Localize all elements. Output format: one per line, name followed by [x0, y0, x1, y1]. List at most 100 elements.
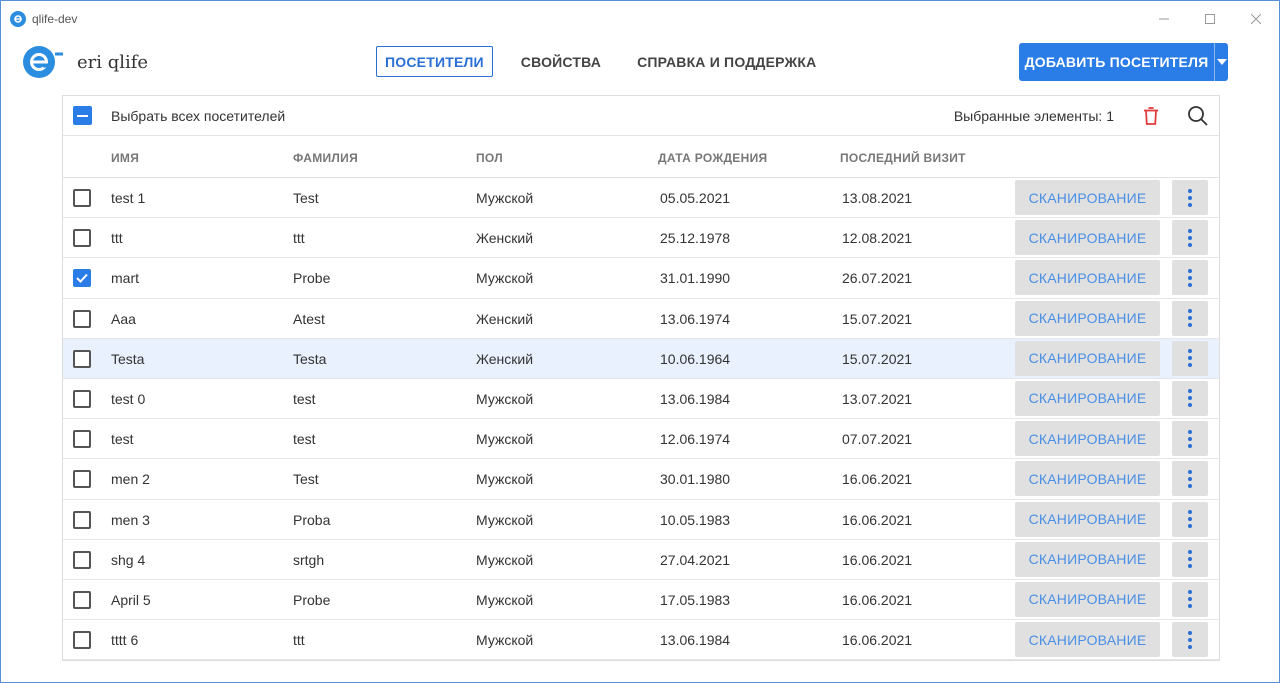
more-vertical-icon[interactable]: [1172, 581, 1208, 617]
tab-help-support[interactable]: СПРАВКА И ПОДДЕРЖКА: [629, 46, 824, 77]
visitors-panel: Выбрать всех посетителей Выбранные элеме…: [62, 95, 1220, 661]
window-title: qlife-dev: [32, 12, 78, 26]
cell-last-name: test: [293, 390, 316, 407]
cell-first-name: men 2: [111, 471, 150, 488]
trash-icon[interactable]: [1141, 106, 1161, 126]
table-row[interactable]: mart Probe Мужской 31.01.1990 26.07.2021 СКАН…: [63, 258, 1219, 299]
cell-last-name: ttt: [293, 230, 305, 247]
more-vertical-icon[interactable]: [1172, 421, 1208, 457]
add-visitor-dropdown[interactable]: [1215, 43, 1228, 81]
table-row[interactable]: test 1 Test Мужской 05.05.2021 13.08.2021 СКА…: [63, 178, 1219, 219]
column-header-last-visit[interactable]: ПОСЛЕДНИЙ ВИЗИТ: [840, 151, 966, 165]
cell-last-name: Probe: [293, 270, 331, 287]
window-controls: [1141, 1, 1279, 37]
cell-last-name: Test: [293, 471, 319, 488]
table-row[interactable]: men 3 Proba Мужской 10.05.1983 16.06.2021 СКА…: [63, 500, 1219, 540]
table-row[interactable]: April 5 Probe Мужской 17.05.1983 16.06.2021 С…: [63, 580, 1219, 621]
select-all-checkbox[interactable]: [73, 106, 92, 125]
cell-last-name: ttt: [293, 632, 305, 649]
cell-first-name: Aaa: [111, 310, 136, 327]
row-checkbox[interactable]: [73, 510, 91, 529]
cell-first-name: April 5: [111, 591, 151, 608]
cell-last-visit: 13.08.2021: [842, 190, 913, 206]
selected-count: Выбранные элементы: 1: [953, 108, 1114, 124]
cell-birth-date: 10.05.1983: [660, 511, 731, 528]
column-header-birth-date[interactable]: ДАТА РОЖДЕНИЯ: [658, 151, 767, 165]
more-vertical-icon[interactable]: [1172, 461, 1208, 497]
column-header-gender[interactable]: ПОЛ: [476, 151, 503, 165]
table-row[interactable]: tttt 6 ttt Мужской 13.06.1984 16.06.2021 СКАН…: [63, 620, 1219, 661]
row-checkbox[interactable]: [73, 309, 91, 328]
more-vertical-icon[interactable]: [1172, 180, 1208, 215]
cell-birth-date: 25.12.1978: [660, 230, 731, 247]
row-checkbox[interactable]: [73, 389, 91, 408]
cell-gender: Мужской: [476, 591, 534, 608]
scan-button[interactable]: СКАНИРОВАНИЕ: [1015, 501, 1160, 537]
table-row[interactable]: ttt ttt Женский 25.12.1978 12.08.2021 СКАНИРО…: [63, 218, 1219, 259]
row-checkbox[interactable]: [73, 229, 91, 248]
more-vertical-icon[interactable]: [1172, 300, 1208, 336]
cell-birth-date: 30.01.1980: [660, 471, 731, 488]
cell-birth-date: 17.05.1983: [660, 591, 731, 608]
more-vertical-icon[interactable]: [1172, 501, 1208, 537]
scan-button[interactable]: СКАНИРОВАНИЕ: [1015, 220, 1160, 256]
cell-gender: Мужской: [476, 511, 534, 528]
scan-button[interactable]: СКАНИРОВАНИЕ: [1015, 541, 1160, 577]
scan-button[interactable]: СКАНИРОВАНИЕ: [1015, 340, 1160, 376]
more-vertical-icon[interactable]: [1172, 220, 1208, 256]
scan-button[interactable]: СКАНИРОВАНИЕ: [1015, 622, 1160, 658]
cell-gender: Женский: [476, 230, 534, 247]
cell-last-name: Atest: [293, 310, 325, 327]
scan-button[interactable]: СКАНИРОВАНИЕ: [1015, 300, 1160, 336]
table-row[interactable]: men 2 Test Мужской 30.01.1980 16.06.2021 СКАН…: [63, 459, 1219, 500]
table-row[interactable]: test test Мужской 12.06.1974 07.07.2021 СКАНИ…: [63, 419, 1219, 460]
scan-button[interactable]: СКАНИРОВАНИЕ: [1015, 380, 1160, 416]
more-vertical-icon[interactable]: [1172, 380, 1208, 416]
cell-gender: Мужской: [476, 270, 534, 287]
close-icon[interactable]: [1233, 1, 1279, 37]
column-header-first-name[interactable]: ИМЯ: [111, 151, 139, 165]
scan-button[interactable]: СКАНИРОВАНИЕ: [1015, 421, 1160, 457]
scan-button[interactable]: СКАНИРОВАНИЕ: [1015, 180, 1160, 215]
more-vertical-icon[interactable]: [1172, 340, 1208, 376]
row-checkbox[interactable]: [73, 470, 91, 489]
more-vertical-icon[interactable]: [1172, 622, 1208, 658]
scan-button[interactable]: СКАНИРОВАНИЕ: [1015, 461, 1160, 497]
cell-last-visit: 16.06.2021: [842, 551, 913, 568]
tab-visitors[interactable]: ПОСЕТИТЕЛИ: [376, 46, 493, 77]
row-checkbox[interactable]: [73, 189, 91, 207]
cell-birth-date: 31.01.1990: [660, 270, 731, 287]
cell-birth-date: 13.06.1984: [660, 390, 731, 407]
row-checkbox[interactable]: [73, 349, 91, 368]
table-row[interactable]: Aaa Atest Женский 13.06.1974 15.07.2021 СКАНИ…: [63, 299, 1219, 339]
more-vertical-icon[interactable]: [1172, 260, 1208, 296]
cell-gender: Женский: [476, 350, 534, 367]
minimize-icon[interactable]: [1141, 1, 1187, 37]
row-checkbox[interactable]: [73, 550, 91, 569]
cell-last-visit: 07.07.2021: [842, 431, 913, 448]
table-header: ИМЯ ФАМИЛИЯ ПОЛ ДАТА РОЖДЕНИЯ ПОСЛЕДНИЙ …: [63, 136, 1219, 178]
cell-gender: Мужской: [476, 390, 534, 407]
cell-birth-date: 13.06.1984: [660, 632, 731, 649]
row-checkbox[interactable]: [73, 631, 91, 650]
row-checkbox[interactable]: [73, 269, 91, 288]
maximize-icon[interactable]: [1187, 1, 1233, 37]
column-header-last-name[interactable]: ФАМИЛИЯ: [293, 151, 358, 165]
table-row[interactable]: Testa Testa Женский 10.06.1964 15.07.2021 СКА…: [63, 338, 1219, 379]
cell-birth-date: 12.06.1974: [660, 431, 731, 448]
table-row[interactable]: shg 4 srtgh Мужской 27.04.2021 16.06.2021 СКА…: [63, 540, 1219, 580]
brand-name: eri qlife: [77, 52, 149, 73]
tab-properties[interactable]: СВОЙСТВА: [513, 46, 609, 77]
table-row[interactable]: test 0 test Мужской 13.06.1984 13.07.2021 СКА…: [63, 379, 1219, 420]
row-checkbox[interactable]: [73, 430, 91, 449]
title-bar: qlife-dev: [1, 1, 1279, 37]
cell-gender: Женский: [476, 310, 534, 327]
row-checkbox[interactable]: [73, 590, 91, 609]
search-icon[interactable]: [1187, 105, 1209, 127]
scan-button[interactable]: СКАНИРОВАНИЕ: [1015, 260, 1160, 296]
cell-gender: Мужской: [476, 632, 534, 649]
more-vertical-icon[interactable]: [1172, 541, 1208, 577]
scan-button[interactable]: СКАНИРОВАНИЕ: [1015, 581, 1160, 617]
cell-birth-date: 05.05.2021: [660, 190, 731, 206]
add-visitor-button[interactable]: ДОБАВИТЬ ПОСЕТИТЕЛЯ: [1019, 43, 1215, 81]
